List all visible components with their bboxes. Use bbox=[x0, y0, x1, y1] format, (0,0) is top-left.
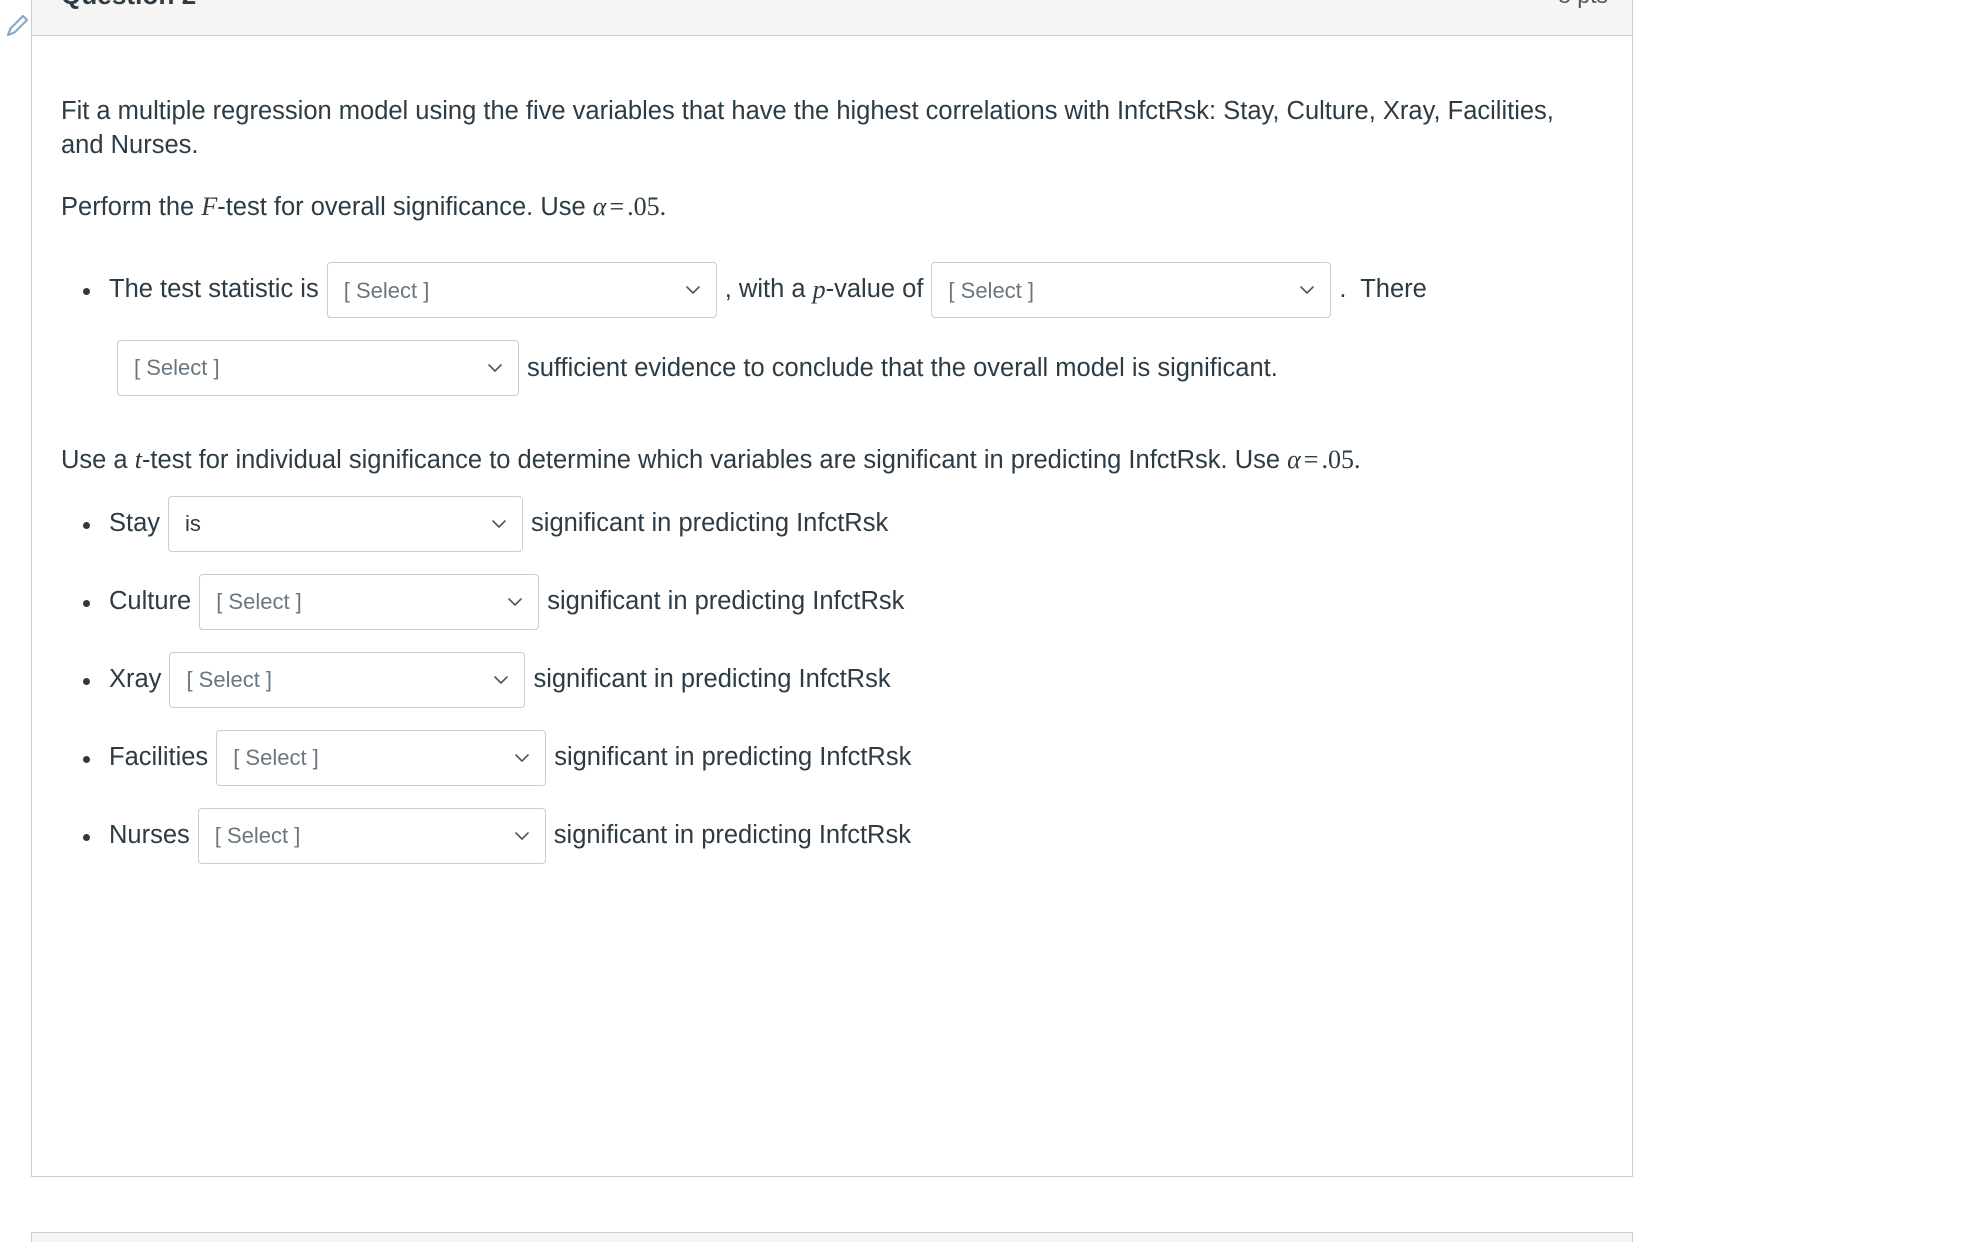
culture-significance-select[interactable]: [ Select ] bbox=[199, 573, 540, 630]
ftest-bullet-line: The test statistic is [ Select ] , with … bbox=[109, 262, 1588, 319]
variable-suffix: significant in predicting InfctRsk bbox=[554, 742, 912, 771]
variable-label: Xray bbox=[109, 664, 162, 693]
variable-label: Culture bbox=[109, 586, 192, 615]
p-value-select-value: [ Select ] bbox=[948, 277, 1035, 303]
ftest-text-before: Perform the bbox=[61, 192, 202, 221]
list-item: Facilities [ Select ] significant in pre… bbox=[61, 729, 1588, 786]
ttest-text-middle: -test for individual significance to det… bbox=[141, 446, 1288, 475]
variable-suffix: significant in predicting InfctRsk bbox=[547, 586, 905, 615]
chevron-down-icon bbox=[684, 281, 702, 299]
evidence-line: [ Select ] sufficient evidence to conclu… bbox=[61, 340, 1588, 397]
stay-significance-select[interactable]: is bbox=[168, 495, 524, 552]
culture-significance-value: [ Select ] bbox=[216, 588, 302, 614]
evidence-select[interactable]: [ Select ] bbox=[117, 340, 519, 397]
alpha-value-2: .05. bbox=[1321, 445, 1361, 475]
variable-suffix: significant in predicting InfctRsk bbox=[531, 508, 889, 537]
variable-row-xray: Xray [ Select ] significant in predictin… bbox=[109, 651, 1588, 708]
equals-symbol: = bbox=[609, 191, 625, 221]
list-item: Stay is significant in predicting InfctR… bbox=[61, 495, 1588, 552]
chevron-down-icon bbox=[1298, 281, 1316, 299]
p-symbol: p bbox=[812, 275, 826, 305]
chevron-down-icon bbox=[506, 593, 524, 611]
variable-row-facilities: Facilities [ Select ] significant in pre… bbox=[109, 729, 1588, 786]
quiz-page: Question 2 8 pts Fit a multiple regressi… bbox=[0, 0, 1970, 1242]
variable-row-nurses: Nurses [ Select ] significant in predict… bbox=[109, 807, 1588, 864]
facilities-significance-select[interactable]: [ Select ] bbox=[216, 729, 547, 786]
there-text: . There bbox=[1339, 275, 1427, 304]
test-statistic-label: The test statistic is bbox=[109, 275, 319, 304]
list-item: Nurses [ Select ] significant in predict… bbox=[61, 807, 1588, 864]
list-item: Culture [ Select ] significant in predic… bbox=[61, 573, 1588, 630]
pvalue-text-after: -value of bbox=[825, 275, 924, 304]
evidence-conclusion-text: sufficient evidence to conclude that the… bbox=[527, 353, 1278, 382]
nurses-significance-value: [ Select ] bbox=[214, 822, 301, 848]
ftest-instruction: Perform the F-test for overall significa… bbox=[61, 189, 1561, 224]
chevron-down-icon bbox=[513, 749, 531, 767]
pvalue-text-before: , with a bbox=[724, 275, 813, 304]
alpha-value: .05. bbox=[627, 191, 667, 221]
chevron-down-icon bbox=[492, 671, 510, 689]
equals-symbol-2: = bbox=[1303, 445, 1319, 475]
variable-label: Nurses bbox=[109, 820, 190, 849]
stay-significance-value: is bbox=[185, 510, 201, 536]
xray-significance-value: [ Select ] bbox=[186, 666, 273, 692]
list-item: Xray [ Select ] significant in predictin… bbox=[61, 651, 1588, 708]
xray-significance-select[interactable]: [ Select ] bbox=[169, 651, 526, 708]
test-statistic-select[interactable]: [ Select ] bbox=[326, 262, 717, 319]
nurses-significance-select[interactable]: [ Select ] bbox=[197, 807, 546, 864]
facilities-significance-value: [ Select ] bbox=[233, 744, 319, 770]
test-statistic-select-value: [ Select ] bbox=[343, 277, 430, 303]
alpha-symbol: α bbox=[592, 191, 607, 221]
p-value-select[interactable]: [ Select ] bbox=[931, 262, 1332, 319]
variable-suffix: significant in predicting InfctRsk bbox=[533, 664, 891, 693]
next-question-header bbox=[31, 1232, 1633, 1242]
question-title: Question 2 bbox=[61, 0, 196, 11]
question-body: Fit a multiple regression model using th… bbox=[32, 36, 1632, 1176]
chevron-down-icon bbox=[490, 515, 508, 533]
intro-paragraph: Fit a multiple regression model using th… bbox=[61, 97, 1554, 160]
ttest-text-before: Use a bbox=[61, 446, 135, 475]
ftest-text-after: -test for overall significance. Use bbox=[217, 192, 593, 221]
variable-suffix: significant in predicting InfctRsk bbox=[553, 820, 911, 849]
ftest-bullet-list: The test statistic is [ Select ] , with … bbox=[61, 262, 1588, 319]
f-symbol: F bbox=[201, 191, 218, 221]
ftest-bullet-item: The test statistic is [ Select ] , with … bbox=[61, 262, 1588, 319]
variable-row-culture: Culture [ Select ] significant in predic… bbox=[109, 573, 1588, 630]
variable-label: Stay bbox=[109, 508, 161, 537]
variable-row-stay: Stay is significant in predicting InfctR… bbox=[109, 495, 1588, 552]
chevron-down-icon bbox=[513, 827, 531, 845]
chevron-down-icon bbox=[486, 359, 504, 377]
ttest-instruction: Use a t-test for individual significance… bbox=[61, 442, 1561, 477]
question-points: 8 pts bbox=[1558, 0, 1608, 9]
alpha-symbol-2: α bbox=[1287, 445, 1301, 475]
variable-bullet-list: Stay is significant in predicting InfctR… bbox=[61, 495, 1588, 864]
t-symbol: t bbox=[134, 445, 142, 475]
evidence-select-value: [ Select ] bbox=[134, 355, 220, 381]
question-container: Question 2 8 pts Fit a multiple regressi… bbox=[6, 0, 1633, 1177]
variable-label: Facilities bbox=[109, 742, 209, 771]
pencil-icon[interactable] bbox=[4, 13, 30, 39]
question-header: Question 2 8 pts bbox=[6, 0, 1632, 37]
